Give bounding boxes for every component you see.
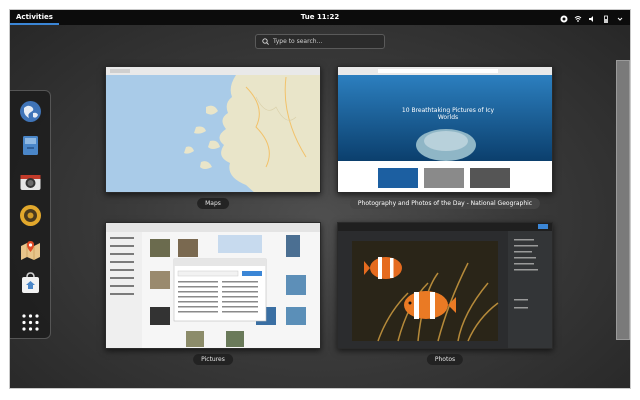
gnome-overview: Activities Tue 11:22 Type to search... M… [10, 10, 630, 388]
top-bar: Activities Tue 11:22 [10, 10, 630, 25]
screen: Activities Tue 11:22 Type to search... M… [0, 0, 640, 400]
window-caption-photos: Photos [426, 354, 464, 365]
window-national-geographic[interactable]: 10 Breathtaking Pictures of Icy Worlds [337, 66, 553, 193]
file-manager-thumbnail [106, 223, 320, 348]
window-photos[interactable] [337, 222, 553, 349]
hero-headline: 10 Breathtaking Pictures of Icy Worlds [401, 107, 495, 121]
search-entry[interactable]: Type to search... [255, 34, 385, 49]
volume-icon[interactable] [588, 14, 596, 22]
accessibility-icon[interactable] [560, 14, 568, 22]
power-menu-icon[interactable] [616, 14, 624, 22]
window-caption-national-geographic: Photography and Photos of the Day - Nati… [349, 198, 541, 209]
show-apps-button[interactable] [19, 311, 42, 334]
photo-viewer-thumbnail [338, 223, 552, 348]
window-caption-maps: Maps [197, 198, 229, 209]
window-maps[interactable] [105, 66, 321, 193]
web-browser-icon[interactable] [19, 100, 42, 123]
search-input[interactable]: Type to search... [273, 38, 322, 45]
window-pictures[interactable] [105, 222, 321, 349]
battery-icon[interactable] [602, 14, 610, 23]
grid-icon [22, 314, 39, 331]
dash [10, 90, 51, 339]
network-icon[interactable] [574, 14, 582, 22]
music-icon[interactable] [19, 204, 42, 227]
files-icon[interactable] [19, 134, 42, 157]
map-thumbnail [106, 67, 320, 192]
workspace-thumbnail[interactable] [616, 60, 630, 340]
clock[interactable]: Tue 11:22 [10, 10, 630, 25]
webpage-thumbnail [338, 67, 552, 192]
maps-icon[interactable] [19, 238, 42, 261]
system-tray[interactable] [560, 10, 624, 25]
window-caption-pictures: Pictures [193, 354, 233, 365]
search-icon [262, 38, 269, 45]
camera-icon[interactable] [19, 170, 42, 193]
software-icon[interactable] [19, 272, 42, 295]
